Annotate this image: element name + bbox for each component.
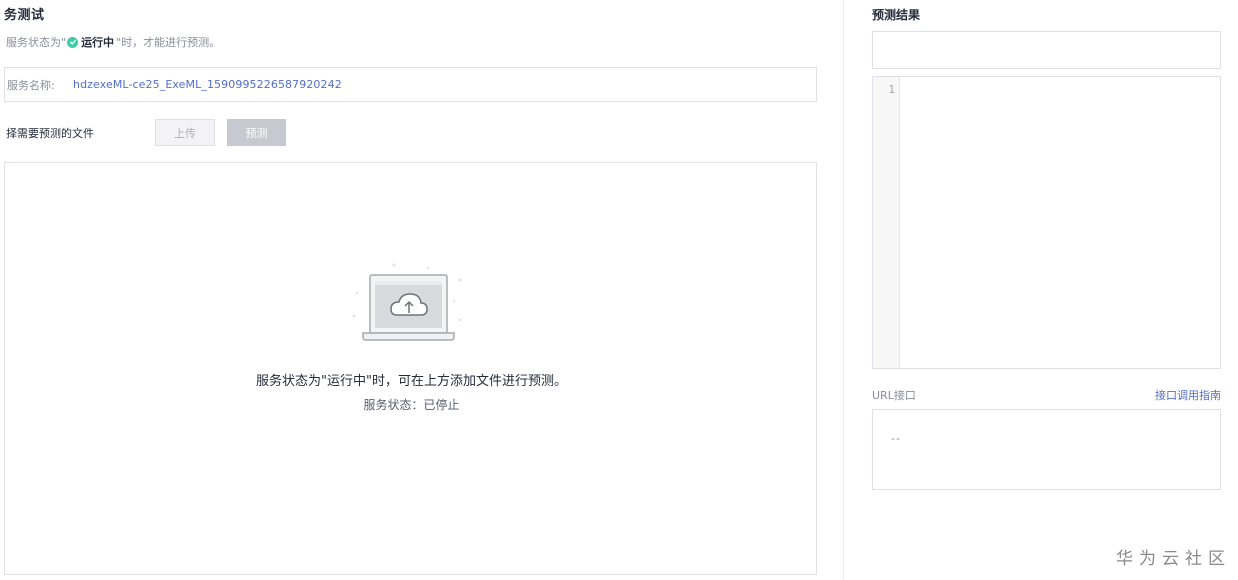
line-number-gutter: 1 bbox=[873, 77, 900, 368]
file-dropzone[interactable]: 服务状态为"运行中"时，可在上方添加文件进行预测。 服务状态：已停止 bbox=[4, 162, 817, 575]
status-hint: 服务状态为" 运行中 "时，才能进行预测。 bbox=[6, 34, 220, 50]
line-number: 1 bbox=[888, 83, 895, 96]
choose-file-label: 择需要预测的文件 bbox=[6, 127, 94, 140]
url-interface-label: URL接口 bbox=[872, 389, 916, 402]
running-status-text: 运行中 bbox=[81, 36, 115, 49]
service-test-page: 务测试 服务状态为" 运行中 "时，才能进行预测。 服务名称: hdzexeML… bbox=[0, 0, 1238, 580]
prediction-result-title: 预测结果 bbox=[872, 8, 921, 22]
laptop-upload-icon bbox=[352, 263, 462, 341]
watermark: 华为云社区 bbox=[1116, 549, 1231, 569]
service-test-panel: 务测试 服务状态为" 运行中 "时，才能进行预测。 服务名称: hdzexeML… bbox=[0, 0, 830, 580]
url-interface-box: -- bbox=[872, 409, 1221, 490]
service-name-label: 服务名称: bbox=[7, 78, 55, 92]
check-circle-icon bbox=[67, 36, 79, 48]
hint-suffix: "时，才能进行预测。 bbox=[116, 36, 221, 49]
hint-prefix: 服务状态为" bbox=[6, 36, 67, 49]
service-name-row: 服务名称: hdzexeML-ce25_ExeML_15909952265879… bbox=[4, 67, 817, 102]
dropzone-message: 服务状态为"运行中"时，可在上方添加文件进行预测。 bbox=[256, 374, 567, 389]
result-header-box bbox=[872, 31, 1221, 69]
predict-button[interactable]: 预测 bbox=[227, 119, 286, 146]
api-guide-link[interactable]: 接口调用指南 bbox=[1155, 387, 1221, 403]
panel-divider bbox=[843, 0, 844, 580]
service-status-text: 服务状态：已停止 bbox=[363, 398, 460, 412]
upload-button[interactable]: 上传 bbox=[155, 119, 215, 146]
url-value: -- bbox=[891, 432, 901, 445]
result-code-editor[interactable]: 1 bbox=[872, 76, 1221, 369]
service-name-value: hdzexeML-ce25_ExeML_1590995226587920242 bbox=[73, 78, 342, 91]
panel-title: 务测试 bbox=[4, 8, 45, 23]
